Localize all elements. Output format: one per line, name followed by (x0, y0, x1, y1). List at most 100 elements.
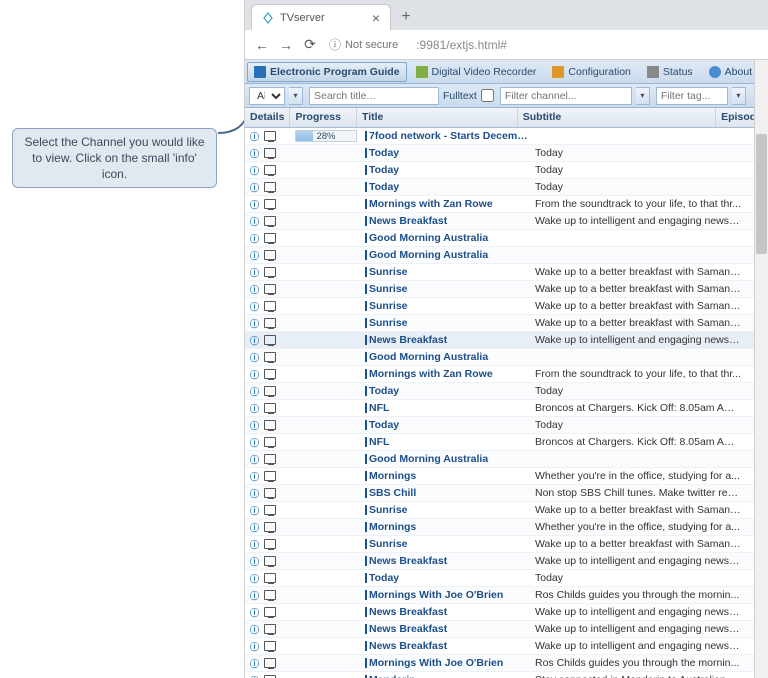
table-row[interactable]: ⓘ28%7food network - Starts December 1 (245, 128, 768, 145)
close-tab-icon[interactable]: × (372, 11, 380, 25)
table-row[interactable]: ⓘTodayToday (245, 145, 768, 162)
table-row[interactable]: ⓘNFLBroncos at Chargers. Kick Off: 8.05a… (245, 400, 768, 417)
record-icon[interactable] (263, 215, 276, 227)
record-icon[interactable] (263, 487, 276, 499)
info-icon[interactable]: ⓘ (248, 164, 261, 176)
info-icon[interactable]: ⓘ (248, 623, 261, 635)
record-icon[interactable] (263, 538, 276, 550)
info-icon[interactable]: ⓘ (248, 572, 261, 584)
table-row[interactable]: ⓘNews BreakfastWake up to intelligent an… (245, 553, 768, 570)
channel-filter-input[interactable] (500, 87, 632, 105)
col-progress[interactable]: Progress (290, 108, 357, 127)
record-icon[interactable] (263, 249, 276, 261)
record-icon[interactable] (263, 657, 276, 669)
record-icon[interactable] (263, 555, 276, 567)
dropdown-icon[interactable]: ▾ (732, 87, 746, 105)
record-icon[interactable] (263, 317, 276, 329)
tab-about[interactable]: About (702, 62, 759, 82)
info-icon[interactable]: ⓘ (248, 266, 261, 278)
record-icon[interactable] (263, 147, 276, 159)
table-row[interactable]: ⓘMornings With Joe O'BrienRos Childs gui… (245, 587, 768, 604)
record-icon[interactable] (263, 623, 276, 635)
table-row[interactable]: ⓘMornings With Joe O'BrienRos Childs gui… (245, 655, 768, 672)
table-row[interactable]: ⓘSunriseWake up to a better breakfast wi… (245, 264, 768, 281)
table-row[interactable]: ⓘTodayToday (245, 179, 768, 196)
record-icon[interactable] (263, 674, 276, 678)
table-row[interactable]: ⓘTodayToday (245, 417, 768, 434)
tab-epg[interactable]: Electronic Program Guide (247, 62, 407, 82)
record-icon[interactable] (263, 198, 276, 210)
table-row[interactable]: ⓘSBS ChillNon stop SBS Chill tunes. Make… (245, 485, 768, 502)
record-icon[interactable] (263, 130, 276, 142)
table-row[interactable]: ⓘMornings with Zan RoweFrom the soundtra… (245, 366, 768, 383)
info-icon[interactable]: ⓘ (248, 368, 261, 380)
info-icon[interactable]: ⓘ (248, 640, 261, 652)
back-button[interactable]: ← (251, 34, 273, 56)
col-title[interactable]: Title (357, 108, 518, 127)
info-icon[interactable]: ⓘ (248, 674, 261, 678)
record-icon[interactable] (263, 351, 276, 363)
info-icon[interactable]: ⓘ (248, 521, 261, 533)
record-icon[interactable] (263, 402, 276, 414)
col-details[interactable]: Details (245, 108, 290, 127)
reload-button[interactable]: ⟳ (299, 34, 321, 56)
info-icon[interactable]: ⓘ (248, 181, 261, 193)
info-icon[interactable]: ⓘ (248, 215, 261, 227)
security-indicator[interactable]: ⓘ Not secure (329, 36, 398, 53)
search-input[interactable] (309, 87, 439, 105)
info-icon[interactable]: ⓘ (248, 147, 261, 159)
table-row[interactable]: ⓘSunriseWake up to a better breakfast wi… (245, 536, 768, 553)
scope-select[interactable]: All (249, 87, 285, 105)
tab-status[interactable]: Status (640, 62, 700, 82)
record-icon[interactable] (263, 181, 276, 193)
table-row[interactable]: ⓘNews BreakfastWake up to intelligent an… (245, 332, 768, 349)
info-icon[interactable]: ⓘ (248, 300, 261, 312)
browser-tab[interactable]: TVserver × (251, 4, 391, 30)
record-icon[interactable] (263, 385, 276, 397)
table-row[interactable]: ⓘGood Morning Australia (245, 247, 768, 264)
record-icon[interactable] (263, 572, 276, 584)
tab-configuration[interactable]: Configuration (545, 62, 637, 82)
record-icon[interactable] (263, 521, 276, 533)
info-icon[interactable]: ⓘ (248, 351, 261, 363)
info-icon[interactable]: ⓘ (248, 555, 261, 567)
record-icon[interactable] (263, 640, 276, 652)
record-icon[interactable] (263, 164, 276, 176)
info-icon[interactable]: ⓘ (248, 334, 261, 346)
table-row[interactable]: ⓘMorningsWhether you're in the office, s… (245, 468, 768, 485)
info-icon[interactable]: ⓘ (248, 436, 261, 448)
table-row[interactable]: ⓘGood Morning Australia (245, 451, 768, 468)
info-icon[interactable]: ⓘ (248, 402, 261, 414)
info-icon[interactable]: ⓘ (248, 385, 261, 397)
fulltext-checkbox[interactable] (481, 89, 494, 102)
table-row[interactable]: ⓘSunriseWake up to a better breakfast wi… (245, 298, 768, 315)
forward-button[interactable]: → (275, 34, 297, 56)
col-subtitle[interactable]: Subtitle (518, 108, 716, 127)
dropdown-icon[interactable]: ▾ (289, 87, 303, 105)
record-icon[interactable] (263, 368, 276, 380)
record-icon[interactable] (263, 419, 276, 431)
table-row[interactable]: ⓘSunriseWake up to a better breakfast wi… (245, 315, 768, 332)
table-row[interactable]: ⓘTodayToday (245, 570, 768, 587)
record-icon[interactable] (263, 453, 276, 465)
table-row[interactable]: ⓘMandarinStay connected in Mandarin to A… (245, 672, 768, 678)
scrollbar[interactable] (754, 60, 768, 678)
dropdown-icon[interactable]: ▾ (636, 87, 650, 105)
record-icon[interactable] (263, 266, 276, 278)
table-row[interactable]: ⓘGood Morning Australia (245, 230, 768, 247)
tab-dvr[interactable]: Digital Video Recorder (409, 62, 544, 82)
info-icon[interactable]: ⓘ (248, 657, 261, 669)
info-icon[interactable]: ⓘ (248, 538, 261, 550)
tag-filter-input[interactable] (656, 87, 728, 105)
table-row[interactable]: ⓘTodayToday (245, 383, 768, 400)
table-row[interactable]: ⓘSunriseWake up to a better breakfast wi… (245, 281, 768, 298)
fulltext-toggle[interactable]: Fulltext (443, 89, 494, 102)
table-row[interactable]: ⓘGood Morning Australia (245, 349, 768, 366)
info-icon[interactable]: ⓘ (248, 487, 261, 499)
record-icon[interactable] (263, 606, 276, 618)
info-icon[interactable]: ⓘ (248, 249, 261, 261)
grid-body[interactable]: ⓘ28%7food network - Starts December 1ⓘTo… (245, 128, 768, 678)
info-icon[interactable]: ⓘ (248, 283, 261, 295)
table-row[interactable]: ⓘNews BreakfastWake up to intelligent an… (245, 638, 768, 655)
info-icon[interactable]: ⓘ (248, 453, 261, 465)
